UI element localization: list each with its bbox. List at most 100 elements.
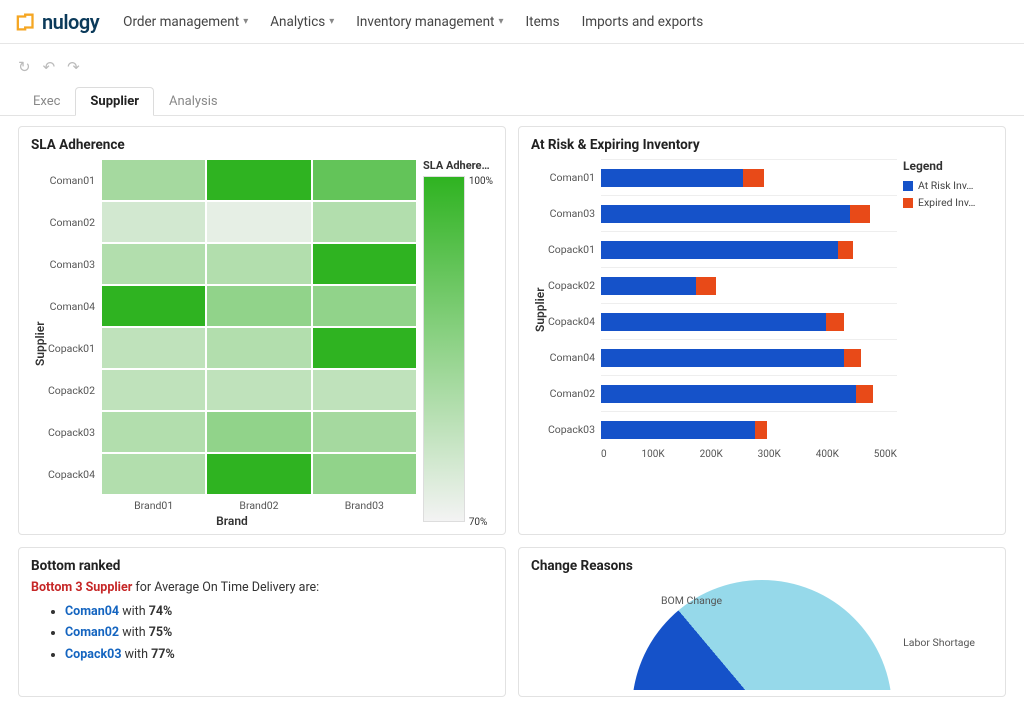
heat-cell[interactable] [312,285,417,327]
sla-legend-title: SLA Adhere… [423,159,490,172]
bottom-lead: Bottom 3 Supplier for Average On Time De… [31,580,493,595]
nav-item-imports-and-exports[interactable]: Imports and exports [582,14,704,30]
bar-segment[interactable] [755,421,767,439]
heat-cell[interactable] [312,159,417,201]
supplier-link[interactable]: Copack03 [65,647,122,662]
bar-legend-title: Legend [903,159,993,173]
bar-row-label: Copack03 [547,423,601,436]
heat-row-label: Copack01 [47,327,101,369]
bar-segment[interactable] [856,385,874,403]
supplier-link[interactable]: Coman04 [65,604,119,619]
bar-segment[interactable] [601,241,838,259]
nav-item-order-management[interactable]: Order management▾ [123,14,248,30]
legend-swatch [903,198,913,208]
bar-segment[interactable] [850,205,871,223]
heat-cell[interactable] [312,327,417,369]
nav-item-analytics[interactable]: Analytics▾ [270,14,334,30]
nav-item-inventory-management[interactable]: Inventory management▾ [356,14,503,30]
sla-legend-min: 70% [469,517,493,528]
inventory-risk-card: At Risk & Expiring Inventory Supplier Co… [518,126,1006,535]
heat-col-label: Brand01 [101,495,206,512]
bottom-title: Bottom ranked [31,558,493,574]
bar-row-label: Coman01 [547,171,601,184]
bar-title: At Risk & Expiring Inventory [531,137,993,153]
heat-row-label: Copack04 [47,453,101,495]
bar-tick: 500K [874,449,897,460]
heat-cell[interactable] [101,159,206,201]
legend-item[interactable]: Expired Inv… [903,196,993,209]
heat-cell[interactable] [206,285,311,327]
heat-cell[interactable] [101,453,206,495]
main-nav: Order management▾ Analytics▾ Inventory man… [123,14,703,30]
bar-segment[interactable] [601,205,850,223]
heat-cell[interactable] [101,411,206,453]
bottom-ranked-item: Coman02 with 75% [65,622,493,643]
bar-row-label: Copack04 [547,315,601,328]
bar-segment[interactable] [826,313,844,331]
heat-cell[interactable] [312,369,417,411]
chevron-down-icon: ▾ [243,16,248,27]
heat-cell[interactable] [101,201,206,243]
heat-col-label: Brand03 [312,495,417,512]
heat-cell[interactable] [206,369,311,411]
bar-segment[interactable] [838,241,853,259]
legend-swatch [903,181,913,191]
heat-cell[interactable] [206,327,311,369]
heat-cell[interactable] [206,411,311,453]
bar-segment[interactable] [601,421,755,439]
bar-yaxis-title: Supplier [531,159,547,460]
heat-cell[interactable] [312,201,417,243]
bar-segment[interactable] [601,349,844,367]
nav-item-items[interactable]: Items [526,14,560,30]
dashboard-content: SLA Adherence Supplier Coman01Coman02Com… [0,116,1024,707]
heat-row-label: Coman03 [47,243,101,285]
heat-cell[interactable] [206,159,311,201]
undo-icon[interactable]: ↶ [43,58,56,76]
inventory-bar-chart[interactable]: Coman01Coman03Copack01Copack02Copack04Co… [547,159,897,460]
bar-tick: 0 [601,449,607,460]
pie-title: Change Reasons [531,558,993,574]
heat-cell[interactable] [206,453,311,495]
action-toolbar: ↻ ↶ ↷ [0,44,1024,82]
heat-cell[interactable] [312,453,417,495]
tab-exec[interactable]: Exec [18,87,75,116]
chevron-down-icon: ▾ [329,16,334,27]
tab-supplier[interactable]: Supplier [75,87,154,116]
bar-segment[interactable] [601,277,696,295]
bar-segment[interactable] [601,313,826,331]
chevron-down-icon: ▾ [498,16,503,27]
bar-row-label: Coman04 [547,351,601,364]
bottom-ranked-card: Bottom ranked Bottom 3 Supplier for Aver… [18,547,506,697]
bar-segment[interactable] [696,277,717,295]
legend-item[interactable]: At Risk Inv… [903,179,993,192]
heat-row-label: Coman02 [47,201,101,243]
heat-cell[interactable] [312,243,417,285]
pie-label-labor: Labor Shortage [903,636,975,649]
heat-cell[interactable] [312,411,417,453]
heat-cell[interactable] [101,285,206,327]
change-reasons-pie[interactable]: BOM Change Labor Shortage [531,580,993,690]
sla-legend: SLA Adhere… 100% 70% [423,159,493,528]
sla-yaxis-title: Supplier [31,159,47,528]
tab-analysis[interactable]: Analysis [154,87,233,116]
bar-segment[interactable] [844,349,862,367]
heat-cell[interactable] [206,201,311,243]
heat-row-label: Copack02 [47,369,101,411]
sla-adherence-card: SLA Adherence Supplier Coman01Coman02Com… [18,126,506,535]
bar-tick: 200K [700,449,723,460]
heat-cell[interactable] [101,327,206,369]
refresh-icon[interactable]: ↻ [18,58,31,76]
change-reasons-card: Change Reasons BOM Change Labor Shortage [518,547,1006,697]
bar-segment[interactable] [743,169,764,187]
heat-cell[interactable] [101,369,206,411]
bar-segment[interactable] [601,385,856,403]
bar-segment[interactable] [601,169,743,187]
heat-cell[interactable] [101,243,206,285]
sla-title: SLA Adherence [31,137,493,153]
sla-heatmap[interactable]: Coman01Coman02Coman03Coman04Copack01Copa… [47,159,417,528]
redo-icon[interactable]: ↷ [67,58,80,76]
heat-cell[interactable] [206,243,311,285]
view-tabs: ExecSupplierAnalysis [0,86,1024,116]
brand-logo[interactable]: nulogy [16,10,99,34]
supplier-link[interactable]: Coman02 [65,625,119,640]
